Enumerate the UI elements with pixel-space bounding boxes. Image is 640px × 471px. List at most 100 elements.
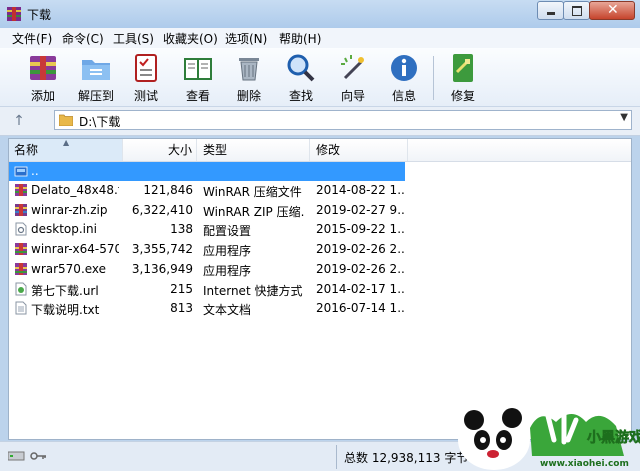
file-size: 3,136,949 — [131, 262, 193, 276]
extract-folder-icon — [82, 60, 110, 80]
file-type: 配置设置 — [203, 224, 252, 238]
file-size: 3,355,742 — [131, 242, 193, 256]
info-button[interactable]: 信息 — [382, 50, 426, 104]
column-modified-label: 修改 — [316, 143, 341, 157]
file-modified: 2015-09-22 1... — [316, 222, 404, 236]
file-row[interactable]: desktop.ini 138 配置设置 2015-09-22 1... — [9, 220, 405, 239]
test-label: 测试 — [133, 89, 158, 103]
extract-label: 解压到 — [77, 89, 114, 103]
watermark-url: www.xiaohei.com — [540, 459, 629, 469]
close-button[interactable]: ✕ — [589, 1, 635, 20]
find-label: 查找 — [288, 89, 313, 103]
exe-icon — [15, 263, 27, 275]
column-name-label: 名称 — [14, 143, 39, 157]
file-type: 应用程序 — [203, 244, 252, 258]
column-filler — [408, 139, 631, 161]
repair-kit-icon — [453, 54, 473, 82]
file-name: .. — [31, 164, 39, 178]
file-modified: 2016-07-14 1... — [316, 301, 404, 315]
wizard-label: 向导 — [340, 89, 365, 103]
menu-command[interactable]: 命令(C) — [62, 30, 104, 47]
wizard-wand-icon — [341, 55, 364, 80]
menu-help[interactable]: 帮助(H) — [279, 30, 321, 47]
menu-file[interactable]: 文件(F) — [12, 30, 52, 47]
menu-favorites[interactable]: 收藏夹(O) — [163, 30, 218, 47]
current-path: D:\下载 — [79, 115, 121, 129]
parent-folder-icon — [14, 166, 28, 177]
add-button[interactable]: 添加 — [21, 50, 65, 104]
watermark-logo: 小黑游戏 www.xiaohei.com — [458, 408, 640, 470]
drive-key-icon[interactable] — [8, 449, 48, 463]
file-size: 215 — [170, 282, 193, 296]
up-arrow-icon: ↑ — [13, 113, 25, 129]
ini-file-icon — [15, 222, 27, 236]
toolbar: 添加 解压到 测试 查看 删除 查找 向导 信息 修复 — [0, 48, 640, 107]
folder-icon — [59, 114, 73, 126]
file-size: 138 — [170, 222, 193, 236]
maximize-icon — [572, 6, 582, 16]
path-field[interactable]: D:\下载 ▼ — [54, 110, 632, 130]
file-size: 6,322,410 — [131, 203, 193, 217]
file-name: winrar-zh.zip — [31, 203, 108, 217]
file-row[interactable]: Delato_48x48.t... 121,846 WinRAR 压缩文件 20… — [9, 181, 405, 200]
file-row[interactable]: winrar-zh.zip 6,322,410 WinRAR ZIP 压缩...… — [9, 201, 405, 220]
address-bar: ↑ D:\下载 ▼ — [0, 107, 640, 136]
file-name: winrar-x64-570... — [31, 242, 119, 256]
winrar-app-icon[interactable] — [6, 6, 22, 22]
file-row[interactable]: 第七下载.url 215 Internet 快捷方式 2014-02-17 1.… — [9, 280, 405, 299]
find-button[interactable]: 查找 — [279, 50, 323, 104]
rar-archive-icon — [15, 184, 27, 196]
maximize-button[interactable] — [563, 1, 590, 20]
url-shortcut-icon — [15, 282, 27, 296]
minimize-button[interactable] — [537, 1, 564, 20]
toolbar-separator — [433, 56, 434, 100]
file-name: 第七下载.url — [31, 284, 99, 298]
watermark-text: 小黑游戏 — [587, 429, 640, 446]
file-type: 文本文档 — [203, 303, 252, 317]
column-modified[interactable]: 修改 — [310, 139, 408, 161]
column-size[interactable]: 大小 — [123, 139, 197, 161]
close-icon: ✕ — [607, 2, 619, 18]
list-header: 名称 ▲ 大小 类型 修改 — [9, 139, 631, 162]
delete-label: 删除 — [236, 89, 261, 103]
file-modified: 2019-02-26 2... — [316, 242, 404, 256]
view-button[interactable]: 查看 — [176, 50, 220, 104]
wizard-button[interactable]: 向导 — [331, 50, 375, 104]
file-row[interactable]: wrar570.exe 3,136,949 应用程序 2019-02-26 2.… — [9, 260, 405, 279]
up-one-level-button[interactable]: ↑ — [8, 111, 30, 131]
status-separator — [336, 445, 337, 469]
delete-button[interactable]: 删除 — [227, 50, 271, 104]
file-modified: 2019-02-26 2... — [316, 262, 404, 276]
sort-ascending-icon: ▲ — [63, 138, 70, 147]
file-size: 813 — [170, 301, 193, 315]
column-size-label: 大小 — [167, 143, 192, 157]
column-name[interactable]: 名称 ▲ — [9, 139, 123, 161]
add-label: 添加 — [30, 89, 55, 103]
repair-button[interactable]: 修复 — [441, 50, 485, 104]
file-type: 应用程序 — [203, 264, 252, 278]
text-file-icon — [15, 301, 27, 315]
window-title: 下载 — [27, 8, 52, 22]
title-bar[interactable]: 下载 ✕ — [0, 0, 640, 28]
test-button[interactable]: 测试 — [124, 50, 168, 104]
file-row-parent[interactable]: .. — [9, 162, 405, 181]
column-type[interactable]: 类型 — [197, 139, 310, 161]
archive-add-icon — [30, 56, 56, 80]
winrar-window: 下载 ✕ 文件(F) 命令(C) 工具(S) 收藏夹(O) 选项(N) 帮助(H… — [0, 0, 640, 471]
file-modified: 2014-02-17 1... — [316, 282, 404, 296]
trash-icon — [239, 58, 259, 81]
menu-bar: 文件(F) 命令(C) 工具(S) 收藏夹(O) 选项(N) 帮助(H) — [0, 28, 640, 49]
menu-tools[interactable]: 工具(S) — [113, 30, 154, 47]
file-list: 名称 ▲ 大小 类型 修改 .. Delato_48x48. 121,846 W… — [8, 138, 632, 440]
view-book-icon — [184, 58, 212, 80]
path-dropdown-icon[interactable]: ▼ — [620, 112, 628, 123]
file-name: wrar570.exe — [31, 262, 107, 276]
file-type: WinRAR ZIP 压缩... — [203, 205, 305, 219]
file-modified: 2019-02-27 9... — [316, 203, 404, 217]
file-row[interactable]: 下载说明.txt 813 文本文档 2016-07-14 1... — [9, 299, 405, 318]
file-row[interactable]: winrar-x64-570... 3,355,742 应用程序 2019-02… — [9, 240, 405, 259]
extract-button[interactable]: 解压到 — [74, 50, 118, 104]
menu-options[interactable]: 选项(N) — [225, 30, 267, 47]
view-label: 查看 — [185, 89, 210, 103]
file-type: Internet 快捷方式 — [203, 284, 303, 298]
